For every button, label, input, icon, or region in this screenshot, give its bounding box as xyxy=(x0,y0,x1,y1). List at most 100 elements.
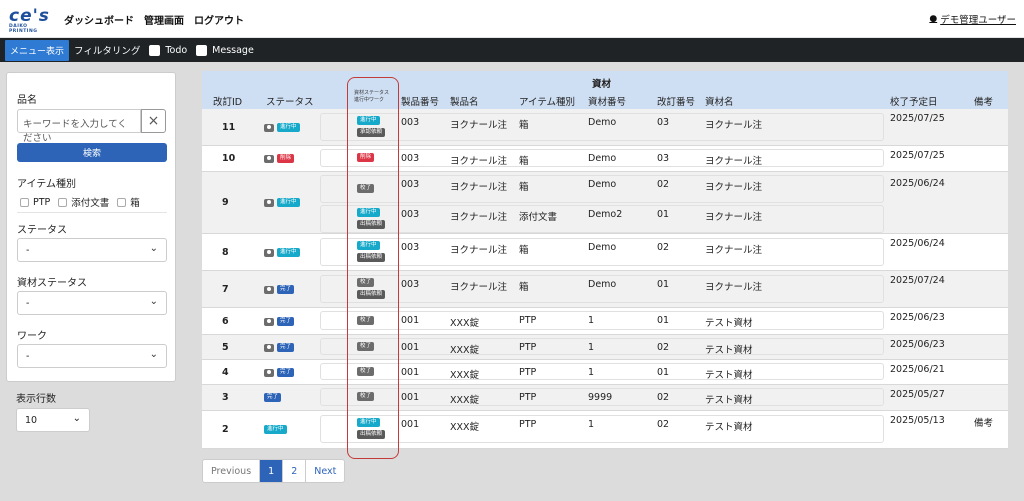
rev-id-cell: 2 xyxy=(222,424,229,435)
proof-date-cell: 2025/06/24 xyxy=(890,238,945,249)
product-name-cell: XXX錠 xyxy=(450,395,480,406)
table-row[interactable]: 3 完了 校了 001 XXX錠 PTP 9999 02 テスト資材 2025/05/27 xyxy=(202,385,1008,411)
ptp-label: PTP xyxy=(33,196,51,208)
rev-no-cell: 01 xyxy=(657,367,670,378)
rev-no-cell: 03 xyxy=(657,153,670,164)
page-1-button[interactable]: 1 xyxy=(260,460,284,482)
rev-no-cell: 01 xyxy=(657,315,670,326)
todo-checkbox[interactable] xyxy=(149,44,161,56)
filtering-label: フィルタリング xyxy=(74,46,141,57)
proof-date-cell: 2025/06/23 xyxy=(890,339,945,350)
status-select[interactable]: - ⌄ xyxy=(17,238,167,262)
item-type-cell: 箱 xyxy=(519,156,529,167)
product-no-cell: 001 xyxy=(401,367,420,378)
nav-links: ダッシュボード 管理画面 ログアウト xyxy=(64,12,244,27)
pagination: Previous 1 2 Next xyxy=(202,459,346,483)
product-no-cell: 003 xyxy=(401,209,420,220)
header-material-no: 資材番号 xyxy=(588,97,627,108)
product-name-cell: ヨクナール注 xyxy=(450,156,508,167)
product-name-cell: ヨクナール注 xyxy=(450,282,508,293)
product-name-cell: ヨクナール注 xyxy=(450,120,508,131)
table-row[interactable]: 9 進行中 校了 003 ヨクナール注箱 Demo 02 ヨクナール注 進行中 出稿依頼 003 ヨク… xyxy=(202,172,1008,234)
header-material-name: 資材名 xyxy=(705,97,734,108)
status-badge: 完了 xyxy=(264,393,282,402)
item-type-cell: PTP xyxy=(519,315,537,326)
status-badge: 完了 xyxy=(277,285,295,294)
material-no-cell: Demo xyxy=(588,117,617,128)
header-rev-id: 改訂ID xyxy=(213,97,243,108)
person-icon xyxy=(264,155,274,163)
item-type-cell: 箱 xyxy=(519,245,529,256)
material-name-cell: テスト資材 xyxy=(705,370,753,381)
keyword-input[interactable]: キーワードを入力してください xyxy=(17,109,141,144)
work-select-value: - xyxy=(26,351,30,362)
table-row[interactable]: 8 進行中 進行中 出稿依頼 003 ヨクナール注箱 Demo 02 ヨクナール注 2025/06… xyxy=(202,234,1008,271)
message-label: Message xyxy=(212,44,254,56)
next-page-button[interactable]: Next xyxy=(306,460,344,482)
clear-icon[interactable]: × xyxy=(141,109,166,133)
material-name-cell: ヨクナール注 xyxy=(705,120,763,131)
material-no-cell: 1 xyxy=(588,367,595,378)
material-status-select-value: - xyxy=(26,298,30,309)
item-type-cell: 箱 xyxy=(519,282,529,293)
material-name-cell: テスト資材 xyxy=(705,318,753,329)
nav-dashboard-link[interactable]: ダッシュボード xyxy=(64,12,134,27)
logo[interactable]: ce's DAIKO PRINTING xyxy=(9,8,57,35)
table-row[interactable]: 7 完了 校了 出稿依頼 003 ヨクナール注箱 Demo 01 ヨクナール注 2025/07/2… xyxy=(202,271,1008,308)
rev-no-cell: 03 xyxy=(657,117,670,128)
person-icon xyxy=(264,249,274,257)
material-name-cell: ヨクナール注 xyxy=(705,245,763,256)
page-2-button[interactable]: 2 xyxy=(283,460,307,482)
table-row[interactable]: 2 進行中 進行中 出稿依頼 001 XXX錠 PTP 1 02 テスト資材 2025/05/13 備… xyxy=(202,411,1008,449)
ptp-checkbox[interactable] xyxy=(20,197,29,207)
status-badge: 進行中 xyxy=(264,425,287,434)
menu-toggle-button[interactable]: メニュー表示 xyxy=(5,39,70,61)
insert-checkbox[interactable] xyxy=(58,197,68,207)
work-select[interactable]: - ⌄ xyxy=(17,344,167,368)
rev-id-cell: 7 xyxy=(222,284,229,295)
box-checkbox[interactable] xyxy=(117,197,127,207)
material-no-cell: 1 xyxy=(588,315,595,326)
user-menu[interactable]: ● デモ管理ユーザー xyxy=(929,12,1016,26)
header-product-name: 製品名 xyxy=(450,97,479,108)
proof-date-cell: 2025/07/25 xyxy=(890,150,945,161)
product-no-cell: 003 xyxy=(401,179,420,190)
proof-date-cell: 2025/07/24 xyxy=(890,275,945,286)
table-row[interactable]: 10 削除 削除 003 ヨクナール注箱 Demo 03 ヨクナール注 2025/07/25 xyxy=(202,146,1008,172)
previous-page-button[interactable]: Previous xyxy=(203,460,261,482)
rev-id-cell: 10 xyxy=(222,153,236,164)
item-type-cell: 添付文書 xyxy=(519,212,558,223)
revision-table: 改訂ID ステータス 資材ステータス 進行中ワーク 製品番号 製品名 アイテム種… xyxy=(202,71,1008,449)
table-row[interactable]: 6 完了 校了 001 XXX錠 PTP 1 01 テスト資材 2025/06/23 xyxy=(202,308,1008,335)
chevron-down-icon: ⌄ xyxy=(149,243,158,254)
material-status-select[interactable]: - ⌄ xyxy=(17,291,167,315)
material-name-cell: ヨクナール注 xyxy=(705,282,763,293)
table-row[interactable]: 11 進行中 進行中 承認依頼 003 ヨクナール注箱 Demo 03 ヨクナール注 2025/0… xyxy=(202,109,1008,146)
person-icon xyxy=(264,286,274,294)
nav-admin-link[interactable]: 管理画面 xyxy=(144,12,184,27)
material-name-cell: テスト資材 xyxy=(705,345,753,356)
search-button[interactable]: 検索 xyxy=(17,143,167,162)
message-checkbox[interactable] xyxy=(196,44,208,56)
divider xyxy=(17,212,167,213)
material-no-cell: Demo xyxy=(588,179,617,190)
item-type-cell: PTP xyxy=(519,367,537,378)
table-row[interactable]: 5 完了 校了 001 XXX錠 PTP 1 02 テスト資材 2025/06/23 xyxy=(202,335,1008,360)
rev-id-cell: 6 xyxy=(222,316,229,327)
item-type-cell: PTP xyxy=(519,342,537,353)
rev-no-cell: 01 xyxy=(657,209,670,220)
proof-date-cell: 2025/06/21 xyxy=(890,364,945,375)
material-no-cell: 1 xyxy=(588,342,595,353)
item-type-cell: 箱 xyxy=(519,120,529,131)
status-badge: 完了 xyxy=(277,317,295,326)
product-no-cell: 001 xyxy=(401,342,420,353)
table-row[interactable]: 4 完了 校了 001 XXX錠 PTP 1 01 テスト資材 2025/06/21 xyxy=(202,360,1008,385)
status-badge: 完了 xyxy=(277,343,295,352)
rows-per-page-select[interactable]: 10 ⌄ xyxy=(16,408,90,432)
rev-no-cell: 02 xyxy=(657,342,670,353)
nav-logout-link[interactable]: ログアウト xyxy=(194,12,244,27)
product-no-cell: 003 xyxy=(401,153,420,164)
chevron-down-icon: ⌄ xyxy=(72,413,81,424)
person-icon xyxy=(264,344,274,352)
chevron-down-icon: ⌄ xyxy=(149,296,158,307)
